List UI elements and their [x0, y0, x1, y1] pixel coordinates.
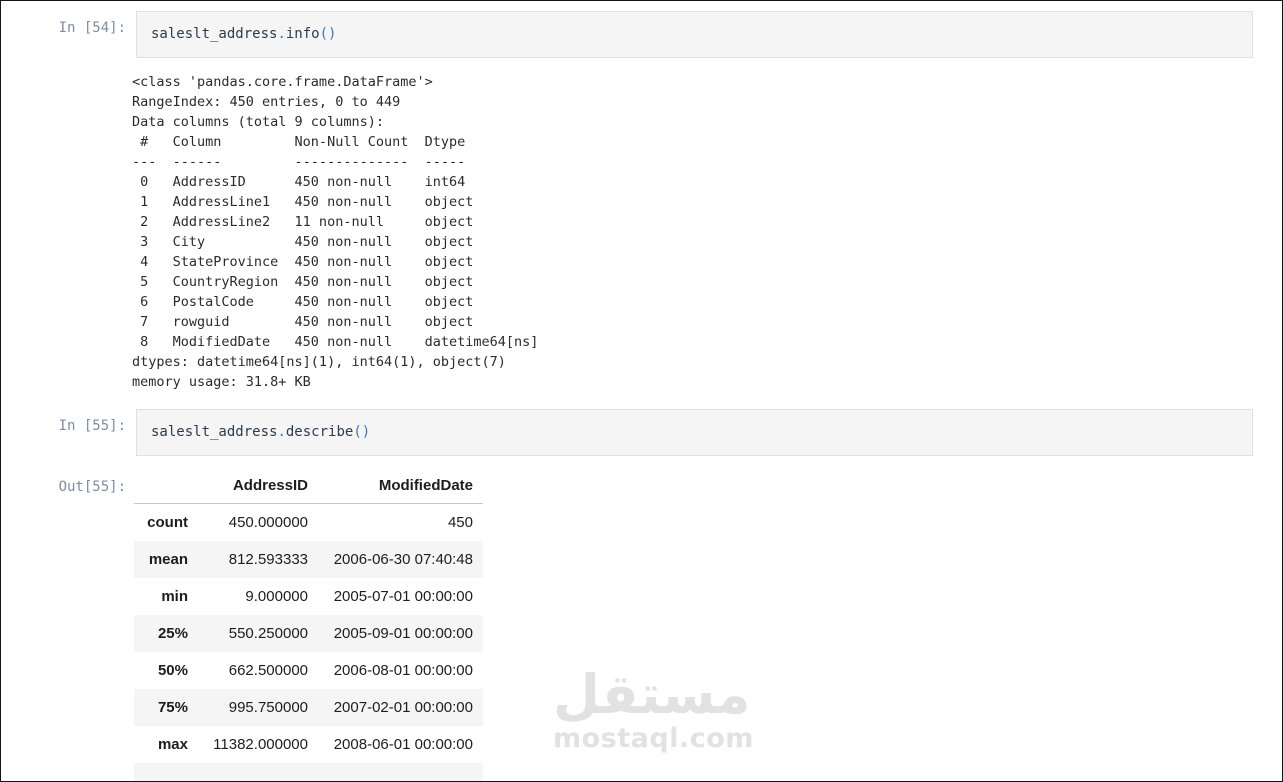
cell-value: 662.500000	[228, 662, 308, 679]
table-row: max 11382.000000 2008-06-01 00:00:00	[134, 726, 483, 763]
code-dot-operator: .	[277, 26, 286, 42]
row-index: 75%	[157, 699, 188, 716]
cell-value: 2007-02-01 00:00:00	[333, 699, 473, 716]
cell-value: 2008-06-01 00:00:00	[333, 736, 473, 753]
table-row: 25% 550.250000 2005-09-01 00:00:00	[134, 615, 483, 652]
table-row: min 9.000000 2005-07-01 00:00:00	[134, 578, 483, 615]
row-index: 50%	[157, 662, 188, 679]
input-prompt-54: In [54]:	[58, 20, 126, 36]
cell-value: 995.750000	[228, 699, 308, 716]
table-row: 75% 995.750000 2007-02-01 00:00:00	[134, 689, 483, 726]
cell-value: 2005-07-01 00:00:00	[333, 588, 473, 605]
table-row-clipped	[134, 763, 483, 781]
row-index: min	[161, 588, 188, 605]
cell-value: 812.593333	[228, 551, 308, 568]
table-header-row: AddressID ModifiedDate	[134, 469, 483, 504]
dataframe-info-output: <class 'pandas.core.frame.DataFrame'> Ra…	[132, 74, 539, 390]
output-area-55: Out[55]: AddressID ModifiedDate count 45…	[1, 469, 1282, 781]
row-index: count	[147, 514, 188, 531]
code-parens: ()	[319, 26, 337, 42]
code-editor-54[interactable]: saleslt_address.info()	[136, 11, 1253, 58]
cell-value: 550.250000	[228, 625, 308, 642]
column-header-addressid: AddressID	[198, 469, 318, 504]
output-prompt-55: Out[55]:	[58, 479, 126, 495]
cell-value: 450.000000	[228, 514, 308, 531]
cell-value: 450	[447, 514, 473, 531]
table-row: 50% 662.500000 2006-08-01 00:00:00	[134, 652, 483, 689]
cell-value: 2006-06-30 07:40:48	[333, 551, 473, 568]
code-method: describe	[285, 424, 354, 440]
clipped-row-stripe	[134, 763, 483, 781]
table-row: count 450.000000 450	[134, 504, 483, 542]
row-index: mean	[148, 551, 188, 568]
cell-value: 2005-09-01 00:00:00	[333, 625, 473, 642]
code-object: saleslt_address	[151, 424, 278, 440]
code-dot-operator: .	[277, 424, 286, 440]
index-column-header	[134, 469, 198, 504]
code-editor-55[interactable]: saleslt_address.describe()	[136, 409, 1253, 456]
notebook-frame: In [54]: saleslt_address.info() <class '…	[0, 0, 1283, 782]
row-index: max	[157, 736, 188, 753]
cell-value: 2006-08-01 00:00:00	[333, 662, 473, 679]
describe-table: AddressID ModifiedDate count 450.000000 …	[134, 469, 483, 781]
code-parens: ()	[353, 424, 371, 440]
table-row: mean 812.593333 2006-06-30 07:40:48	[134, 541, 483, 578]
code-method: info	[285, 26, 320, 42]
column-header-modifieddate: ModifiedDate	[318, 469, 483, 504]
code-cell-55: In [55]: saleslt_address.describe()	[1, 409, 1282, 456]
cell-value: 11382.000000	[213, 736, 308, 753]
describe-table-container: AddressID ModifiedDate count 450.000000 …	[134, 469, 483, 781]
cell-value: 9.000000	[245, 588, 308, 605]
code-object: saleslt_address	[151, 26, 278, 42]
code-cell-54: In [54]: saleslt_address.info()	[1, 11, 1282, 58]
row-index: 25%	[157, 625, 188, 642]
input-prompt-55: In [55]:	[58, 418, 126, 434]
